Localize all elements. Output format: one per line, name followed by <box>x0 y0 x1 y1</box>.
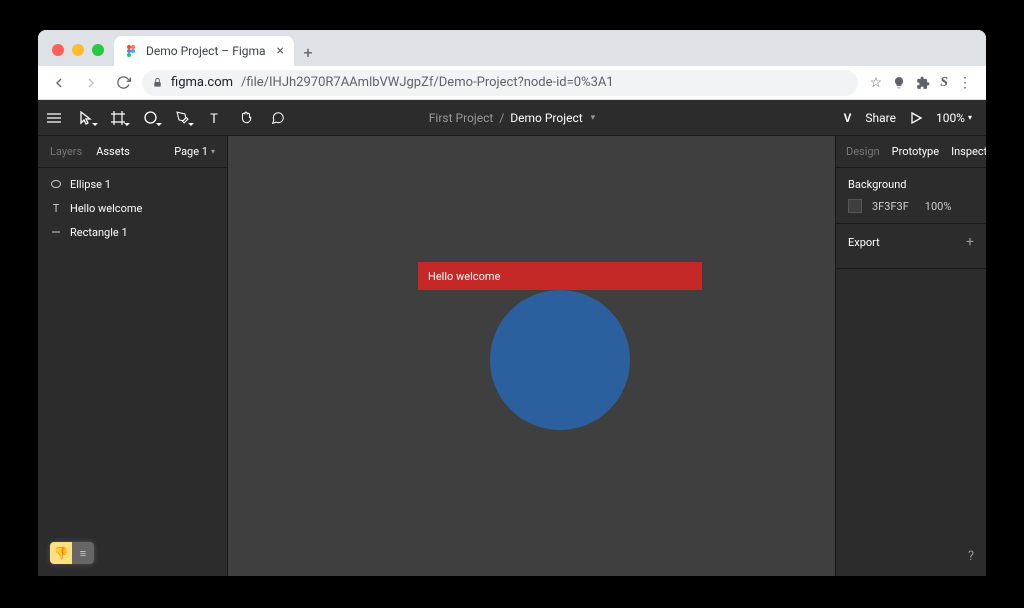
svg-text:T: T <box>53 203 60 213</box>
zoom-menu[interactable]: 100% ▾ <box>936 111 972 125</box>
figma-body: Layers Assets Page 1 ▾ Ellipse 1 T Hello… <box>38 136 986 576</box>
line-icon <box>50 227 62 237</box>
extension-bulb-icon[interactable] <box>892 76 906 90</box>
canvas-ellipse[interactable] <box>490 290 630 430</box>
color-swatch[interactable] <box>848 199 862 213</box>
background-title: Background <box>848 178 974 191</box>
comment-tool[interactable] <box>262 100 294 136</box>
figma-app: T First Project / Demo Project ▾ V Share <box>38 100 986 576</box>
close-window-button[interactable] <box>52 44 64 56</box>
background-row[interactable]: 3F3F3F 100% <box>848 199 974 213</box>
tool-group: T <box>38 100 294 135</box>
layer-label: Rectangle 1 <box>70 226 128 239</box>
extension-s-icon[interactable]: S <box>940 75 948 91</box>
url-host: figma.com <box>171 75 233 90</box>
user-avatar[interactable]: V <box>844 111 852 125</box>
bookmark-star-icon[interactable]: ☆ <box>870 75 883 91</box>
maximize-window-button[interactable] <box>92 44 104 56</box>
text-icon: T <box>50 203 62 213</box>
layer-list: Ellipse 1 T Hello welcome Rectangle 1 <box>38 168 227 248</box>
present-button[interactable] <box>910 112 922 124</box>
tab-prototype[interactable]: Prototype <box>892 145 939 158</box>
page-label: Page 1 <box>174 145 208 158</box>
left-panel: Layers Assets Page 1 ▾ Ellipse 1 T Hello… <box>38 136 228 576</box>
shape-tool[interactable] <box>134 100 166 136</box>
address-bar[interactable]: figma.com/file/IHJh2970R7AAmlbVWJgpZf/De… <box>142 70 858 96</box>
ellipse-icon <box>50 179 62 189</box>
tab-title: Demo Project – Figma <box>146 44 266 58</box>
tab-assets[interactable]: Assets <box>96 145 130 158</box>
svg-text:T: T <box>210 112 218 124</box>
zoom-value: 100% <box>936 111 965 125</box>
browser-menu-icon[interactable]: ⋮ <box>958 75 972 91</box>
text-tool[interactable]: T <box>198 100 230 136</box>
left-panel-tabs: Layers Assets Page 1 ▾ <box>38 136 227 168</box>
export-section: Export + <box>836 224 986 269</box>
layer-item-ellipse[interactable]: Ellipse 1 <box>38 172 227 196</box>
canvas-text: Hello welcome <box>428 270 500 283</box>
chevron-down-icon: ▾ <box>968 113 972 122</box>
browser-tab[interactable]: Demo Project – Figma × <box>114 36 294 66</box>
menu-lines-icon: ≡ <box>72 542 94 564</box>
layer-label: Ellipse 1 <box>70 178 111 191</box>
url-bar: figma.com/file/IHJh2970R7AAmlbVWJgpZf/De… <box>38 66 986 100</box>
page-selector[interactable]: Page 1 ▾ <box>174 145 215 158</box>
extensions-puzzle-icon[interactable] <box>916 76 930 90</box>
layer-item-text[interactable]: T Hello welcome <box>38 196 227 220</box>
minimize-window-button[interactable] <box>72 44 84 56</box>
breadcrumb-separator: / <box>499 111 504 125</box>
canvas[interactable]: Hello welcome <box>228 136 836 576</box>
tab-strip: Demo Project – Figma × + <box>38 30 986 66</box>
figma-favicon-icon <box>124 44 138 58</box>
main-menu-button[interactable] <box>38 100 70 136</box>
lock-icon <box>152 77 163 88</box>
share-button[interactable]: Share <box>865 111 896 125</box>
reload-button[interactable] <box>110 70 136 96</box>
add-export-button[interactable]: + <box>966 234 974 250</box>
background-hex: 3F3F3F <box>872 200 909 213</box>
team-name: First Project <box>429 111 494 125</box>
help-button[interactable]: ? <box>968 549 974 564</box>
chevron-down-icon: ▾ <box>591 113 596 123</box>
sticky-note-widget[interactable]: 👎 ≡ <box>50 542 94 564</box>
layer-label: Hello welcome <box>70 202 142 215</box>
file-name: Demo Project <box>510 111 582 125</box>
url-path: /file/IHJh2970R7AAmlbVWJgpZf/Demo-Projec… <box>241 75 614 90</box>
hand-tool[interactable] <box>230 100 262 136</box>
frame-tool[interactable] <box>102 100 134 136</box>
layer-item-rectangle[interactable]: Rectangle 1 <box>38 220 227 244</box>
tab-design[interactable]: Design <box>846 145 880 158</box>
window-controls <box>52 44 104 56</box>
thumbs-down-icon: 👎 <box>50 542 72 564</box>
right-panel: Design Prototype Inspect Background 3F3F… <box>836 136 986 576</box>
browser-window: Demo Project – Figma × + figma.com/file/… <box>38 30 986 576</box>
tab-inspect[interactable]: Inspect <box>951 145 986 158</box>
figma-toolbar: T First Project / Demo Project ▾ V Share <box>38 100 986 136</box>
export-title: Export <box>848 236 880 249</box>
move-tool[interactable] <box>70 100 102 136</box>
file-breadcrumb[interactable]: First Project / Demo Project ▾ <box>429 111 595 125</box>
back-button[interactable] <box>46 70 72 96</box>
forward-button[interactable] <box>78 70 104 96</box>
background-section: Background 3F3F3F 100% <box>836 168 986 224</box>
tab-layers[interactable]: Layers <box>50 145 82 158</box>
toolbar-right: V Share 100% ▾ <box>844 100 986 135</box>
browser-extension-icons: ☆ S ⋮ <box>864 75 978 91</box>
chevron-down-icon: ▾ <box>211 147 215 156</box>
pen-tool[interactable] <box>166 100 198 136</box>
close-tab-icon[interactable]: × <box>277 43 284 59</box>
right-panel-tabs: Design Prototype Inspect <box>836 136 986 168</box>
new-tab-button[interactable]: + <box>294 38 322 66</box>
canvas-rectangle[interactable]: Hello welcome <box>418 262 702 290</box>
background-opacity: 100% <box>925 200 952 213</box>
